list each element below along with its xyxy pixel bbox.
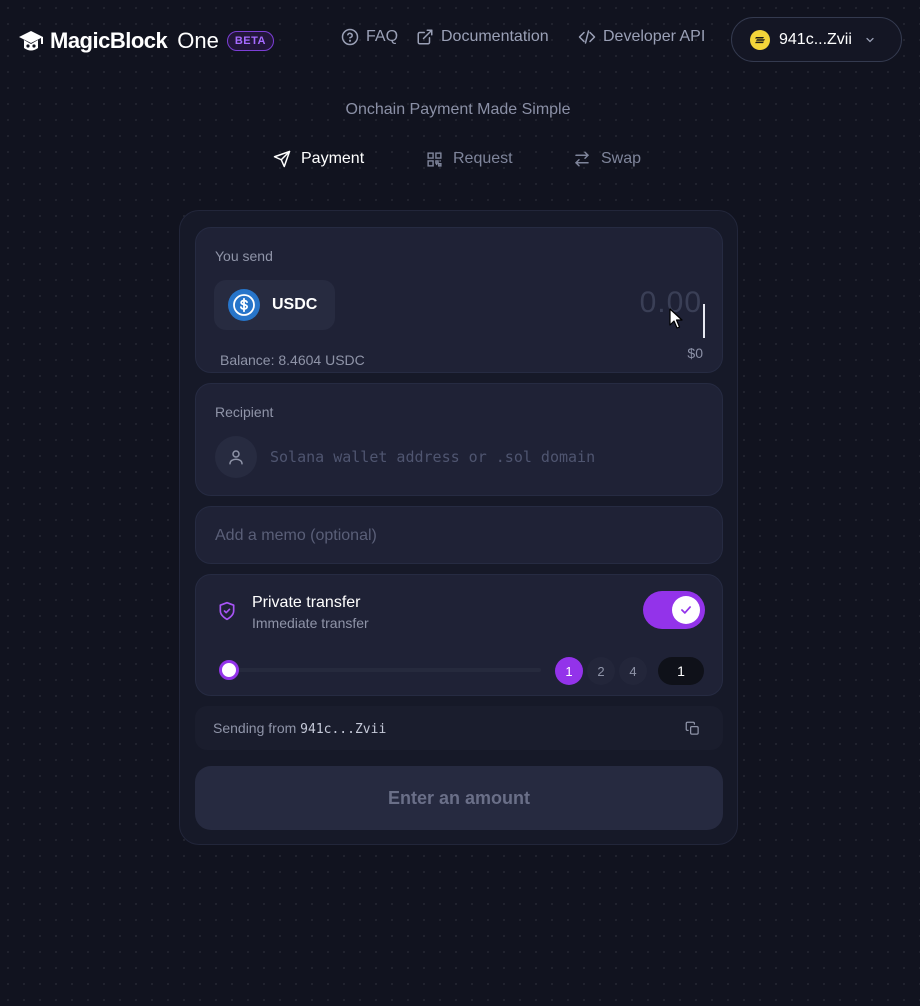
private-transfer-subtitle: Immediate transfer bbox=[252, 615, 369, 631]
tagline: Onchain Payment Made Simple bbox=[345, 101, 571, 118]
token-balance: Balance: 8.4604 USDC bbox=[220, 352, 365, 368]
magicblock-logo-icon bbox=[19, 31, 43, 51]
nav-documentation-link[interactable]: Documentation bbox=[416, 28, 549, 46]
memo-input[interactable] bbox=[215, 523, 705, 549]
recipient-address-input[interactable] bbox=[270, 444, 700, 470]
send-label: You send bbox=[215, 248, 273, 264]
sending-from-address: 941c...Zvii bbox=[300, 722, 387, 737]
sending-from-row: Sending from 941c...Zvii bbox=[195, 706, 723, 750]
top-bar: MagicBlock One BETA FAQ Documentation De… bbox=[0, 0, 920, 80]
nav-documentation-label: Documentation bbox=[441, 28, 549, 45]
tab-request-label: Request bbox=[453, 150, 513, 167]
check-icon bbox=[681, 606, 691, 614]
brand-logo-link[interactable]: MagicBlock One BETA bbox=[16, 24, 274, 58]
external-link-icon bbox=[417, 29, 433, 45]
swap-arrows-icon bbox=[575, 151, 589, 167]
sending-from-prefix: Sending from bbox=[213, 720, 297, 736]
user-icon bbox=[215, 436, 257, 478]
tab-payment-label: Payment bbox=[301, 150, 365, 167]
recipient-panel: Recipient bbox=[195, 383, 723, 496]
help-circle-icon bbox=[341, 28, 359, 46]
payment-card: You send USDC 0.00 $0 Balance: 8.4604 US… bbox=[179, 210, 738, 845]
mode-tabs: Payment Request Swap bbox=[0, 150, 920, 174]
tab-request[interactable]: Request bbox=[426, 150, 513, 168]
copy-icon[interactable] bbox=[685, 721, 700, 736]
token-name: USDC bbox=[272, 296, 318, 313]
tab-swap-label: Swap bbox=[601, 150, 642, 167]
nav-faq-link[interactable]: FAQ bbox=[341, 28, 398, 46]
nav-developer-api-label: Developer API bbox=[603, 28, 706, 45]
tab-payment[interactable]: Payment bbox=[273, 150, 364, 168]
text-caret bbox=[703, 304, 705, 338]
send-icon bbox=[273, 150, 291, 168]
code-icon bbox=[578, 30, 596, 44]
chevron-down-icon bbox=[866, 37, 874, 42]
split-option-2[interactable]: 2 bbox=[587, 657, 615, 685]
enter-amount-button[interactable]: Enter an amount bbox=[195, 766, 723, 830]
private-transfer-title: Private transfer bbox=[252, 594, 361, 611]
beta-badge: BETA bbox=[226, 31, 274, 51]
split-slider-thumb[interactable] bbox=[219, 660, 239, 680]
mouse-pointer-icon bbox=[669, 308, 683, 329]
usd-value: $0 bbox=[687, 345, 703, 361]
memo-panel bbox=[195, 506, 723, 564]
private-transfer-panel: Private transfer Immediate transfer 1 2 … bbox=[195, 574, 723, 696]
wallet-button[interactable]: 941c...Zvii bbox=[731, 17, 902, 62]
private-transfer-toggle[interactable] bbox=[643, 591, 705, 629]
toggle-knob bbox=[672, 596, 700, 624]
wallet-address: 941c...Zvii bbox=[779, 30, 852, 48]
split-option-1[interactable]: 1 bbox=[555, 657, 583, 685]
split-slider-track[interactable] bbox=[226, 668, 541, 672]
nav-developer-api-link[interactable]: Developer API bbox=[578, 28, 705, 46]
token-selector[interactable]: USDC bbox=[214, 280, 335, 330]
sending-from-text: Sending from 941c...Zvii bbox=[213, 720, 386, 737]
split-option-4[interactable]: 4 bbox=[619, 657, 647, 685]
brand-suffix: One bbox=[177, 28, 219, 53]
brand-name: MagicBlock bbox=[50, 28, 168, 53]
qr-code-icon bbox=[427, 151, 442, 167]
split-count-input[interactable]: 1 bbox=[658, 657, 704, 685]
nav-faq-label: FAQ bbox=[366, 28, 399, 45]
usdc-icon bbox=[228, 289, 260, 321]
tab-swap[interactable]: Swap bbox=[573, 150, 641, 168]
shield-check-icon bbox=[219, 601, 235, 621]
send-panel: You send USDC 0.00 $0 Balance: 8.4604 US… bbox=[195, 227, 723, 373]
recipient-label: Recipient bbox=[215, 404, 274, 420]
solana-coin-icon bbox=[750, 29, 770, 50]
